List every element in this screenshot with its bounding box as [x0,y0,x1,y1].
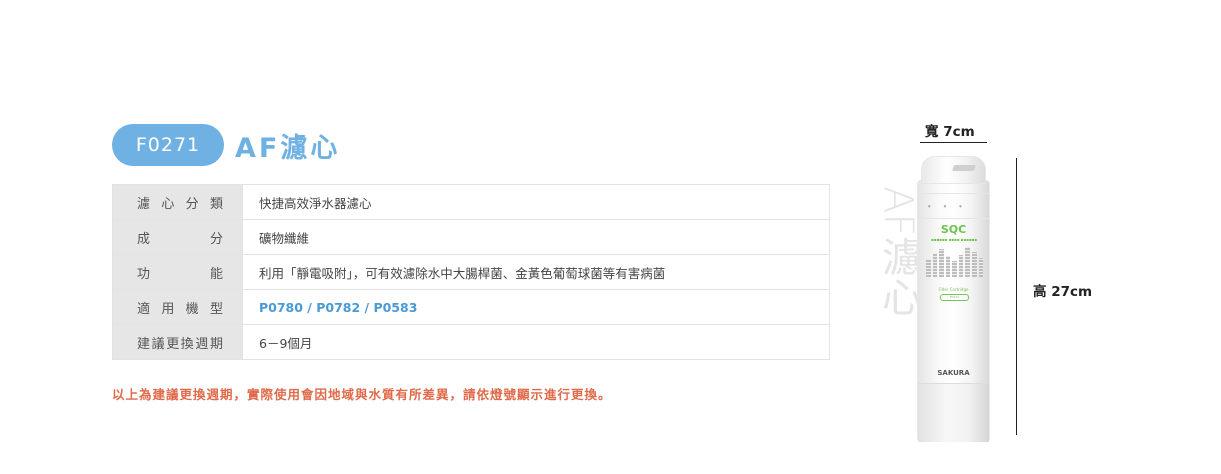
cartridge-top-band: ● ● ● [918,193,989,219]
spec-value: 6－9個月 [242,324,830,360]
cartridge-bottom-band [918,383,989,442]
table-row: 建議更換週期 6－9個月 [112,324,830,360]
band-markings: ● ● ● [928,204,968,208]
table-row: 功能 利用「靜電吸附」，可有效濾除水中大腸桿菌、金黃色葡萄球菌等有害病菌 [112,254,830,290]
height-dimension-line [1016,158,1017,435]
width-dimension-label: 寬 7cm [925,124,975,140]
spec-label: 濾心分類 [112,184,243,220]
cartridge-brand: SQC [940,223,967,236]
cartridge-brand-stripe: ▪▪▪▪▪▪ ▪▪▪▪ ▪▪▪▪▪▪ [931,237,977,242]
spec-label: 功能 [112,254,243,290]
cartridge-code: F0271 [940,294,969,301]
compatible-models-value: P0780 / P0782 / P0583 [242,289,830,325]
spec-label: 成分 [112,219,243,255]
spec-label: 適用機型 [112,289,243,325]
cartridge-graphic [926,247,984,277]
table-row: 適用機型 P0780 / P0782 / P0583 [112,289,830,325]
cartridge-maker-logo: SAKURA [937,369,970,377]
table-row: 成分 礦物纖維 [112,219,830,255]
spec-table: 濾心分類 快捷高效淨水器濾心 成分 礦物纖維 功能 利用「靜電吸附」，可有效濾除… [112,184,830,360]
product-header: F0271 AF濾心 [112,124,340,166]
filter-cartridge-image: ● ● ● SQC ▪▪▪▪▪▪ ▪▪▪▪ ▪▪▪▪▪▪ Filter Cart… [917,156,990,442]
model-code-badge: F0271 [112,124,224,166]
cartridge-cap [921,156,986,184]
cartridge-body: ● ● ● SQC ▪▪▪▪▪▪ ▪▪▪▪ ▪▪▪▪▪▪ Filter Cart… [917,180,990,442]
cartridge-label: Filter Cartridge [938,287,969,292]
cap-notch [951,165,977,171]
spec-value: 礦物纖維 [242,219,830,255]
spec-value: 快捷高效淨水器濾心 [242,184,830,220]
spec-label: 建議更換週期 [112,324,243,360]
table-row: 濾心分類 快捷高效淨水器濾心 [112,184,830,220]
replacement-note: 以上為建議更換週期，實際使用會因地域與水質有所差異，請依燈號顯示進行更換。 [112,387,612,402]
vertical-watermark-text: AF濾心 [875,186,921,317]
spec-value: 利用「靜電吸附」，可有效濾除水中大腸桿菌、金黃色葡萄球菌等有害病菌 [242,254,830,290]
height-dimension-label: 高 27cm [1033,284,1093,300]
product-title: AF濾心 [235,132,341,164]
width-dimension-line [920,142,987,143]
